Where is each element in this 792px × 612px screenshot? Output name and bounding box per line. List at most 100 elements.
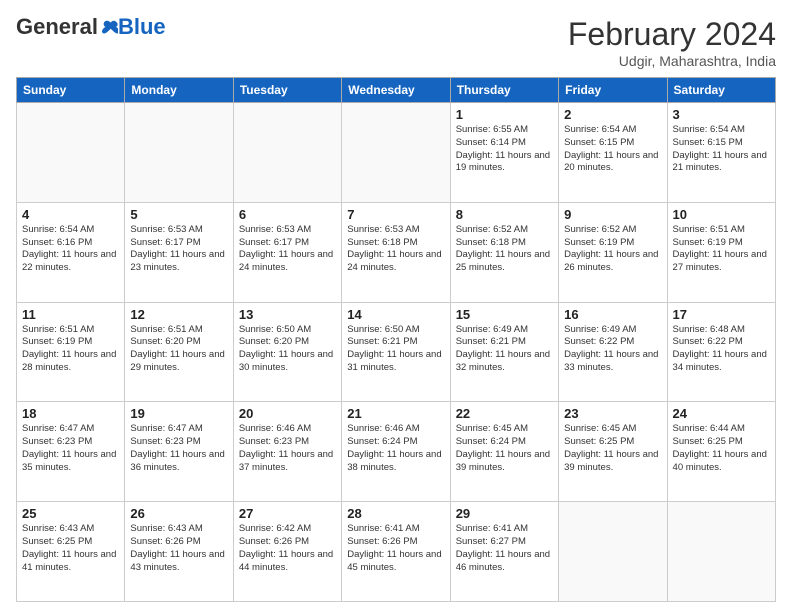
- day-info: Sunrise: 6:54 AM Sunset: 6:16 PM Dayligh…: [22, 224, 119, 275]
- table-row: 25 Sunrise: 6:43 AM Sunset: 6:25 PM Dayli…: [17, 502, 125, 602]
- day-number: 15: [456, 307, 553, 322]
- day-info: Sunrise: 6:44 AM Sunset: 6:25 PM Dayligh…: [673, 423, 770, 474]
- calendar-table: Sunday Monday Tuesday Wednesday Thursday…: [16, 77, 776, 602]
- day-number: 7: [347, 207, 444, 222]
- table-row: [17, 103, 125, 203]
- table-row: 27 Sunrise: 6:42 AM Sunset: 6:26 PM Dayli…: [233, 502, 341, 602]
- table-row: 16Sunrise: 6:49 AM Sunset: 6:22 PM Dayli…: [559, 302, 667, 402]
- table-row: 1 Sunrise: 6:55 AM Sunset: 6:14 PM Daylig…: [450, 103, 558, 203]
- day-number: 24: [673, 406, 770, 421]
- day-number: 17: [673, 307, 770, 322]
- day-number: 6: [239, 207, 336, 222]
- table-row: [125, 103, 233, 203]
- table-row: 17 Sunrise: 6:48 AM Sunset: 6:22 PM Dayli…: [667, 302, 775, 402]
- day-number: 1: [456, 107, 553, 122]
- day-info: Sunrise: 6:53 AM Sunset: 6:17 PM Dayligh…: [130, 224, 227, 275]
- day-number: 9: [564, 207, 661, 222]
- table-row: [233, 103, 341, 203]
- logo: General Blue: [16, 16, 166, 38]
- day-number: 18: [22, 406, 119, 421]
- day-info: Sunrise: 6:50 AM Sunset: 6:21 PM Dayligh…: [347, 324, 444, 375]
- day-info: Sunrise: 6:53 AM Sunset: 6:18 PM Dayligh…: [347, 224, 444, 275]
- page: General Blue February 2024 Udgir, Mahara…: [0, 0, 792, 612]
- col-tuesday: Tuesday: [233, 78, 341, 103]
- table-row: 14Sunrise: 6:50 AM Sunset: 6:21 PM Dayli…: [342, 302, 450, 402]
- table-row: 10 Sunrise: 6:51 AM Sunset: 6:19 PM Dayli…: [667, 202, 775, 302]
- table-row: [559, 502, 667, 602]
- table-row: 26Sunrise: 6:43 AM Sunset: 6:26 PM Dayli…: [125, 502, 233, 602]
- day-info: Sunrise: 6:43 AM Sunset: 6:25 PM Dayligh…: [22, 523, 119, 574]
- calendar-header-row: Sunday Monday Tuesday Wednesday Thursday…: [17, 78, 776, 103]
- table-row: 6 Sunrise: 6:53 AM Sunset: 6:17 PM Daylig…: [233, 202, 341, 302]
- day-info: Sunrise: 6:45 AM Sunset: 6:25 PM Dayligh…: [564, 423, 661, 474]
- day-info: Sunrise: 6:47 AM Sunset: 6:23 PM Dayligh…: [22, 423, 119, 474]
- day-number: 29: [456, 506, 553, 521]
- day-info: Sunrise: 6:49 AM Sunset: 6:22 PM Dayligh…: [564, 324, 661, 375]
- table-row: 7 Sunrise: 6:53 AM Sunset: 6:18 PM Daylig…: [342, 202, 450, 302]
- day-info: Sunrise: 6:48 AM Sunset: 6:22 PM Dayligh…: [673, 324, 770, 375]
- logo-bird-icon: [100, 20, 118, 34]
- calendar-title: February 2024: [568, 16, 776, 53]
- table-row: 18 Sunrise: 6:47 AM Sunset: 6:23 PM Dayli…: [17, 402, 125, 502]
- col-saturday: Saturday: [667, 78, 775, 103]
- day-number: 19: [130, 406, 227, 421]
- table-row: 19 Sunrise: 6:47 AM Sunset: 6:23 PM Dayli…: [125, 402, 233, 502]
- day-info: Sunrise: 6:51 AM Sunset: 6:19 PM Dayligh…: [673, 224, 770, 275]
- calendar-week-row: 11Sunrise: 6:51 AM Sunset: 6:19 PM Dayli…: [17, 302, 776, 402]
- day-info: Sunrise: 6:54 AM Sunset: 6:15 PM Dayligh…: [564, 124, 661, 175]
- day-info: Sunrise: 6:54 AM Sunset: 6:15 PM Dayligh…: [673, 124, 770, 175]
- table-row: 23 Sunrise: 6:45 AM Sunset: 6:25 PM Dayli…: [559, 402, 667, 502]
- col-sunday: Sunday: [17, 78, 125, 103]
- title-block: February 2024 Udgir, Maharashtra, India: [568, 16, 776, 69]
- day-number: 21: [347, 406, 444, 421]
- day-number: 25: [22, 506, 119, 521]
- table-row: 12 Sunrise: 6:51 AM Sunset: 6:20 PM Dayli…: [125, 302, 233, 402]
- day-number: 23: [564, 406, 661, 421]
- day-info: Sunrise: 6:47 AM Sunset: 6:23 PM Dayligh…: [130, 423, 227, 474]
- day-info: Sunrise: 6:52 AM Sunset: 6:19 PM Dayligh…: [564, 224, 661, 275]
- table-row: 2 Sunrise: 6:54 AM Sunset: 6:15 PM Daylig…: [559, 103, 667, 203]
- day-info: Sunrise: 6:52 AM Sunset: 6:18 PM Dayligh…: [456, 224, 553, 275]
- table-row: [667, 502, 775, 602]
- table-row: 15Sunrise: 6:49 AM Sunset: 6:21 PM Dayli…: [450, 302, 558, 402]
- table-row: 22Sunrise: 6:45 AM Sunset: 6:24 PM Dayli…: [450, 402, 558, 502]
- table-row: 24 Sunrise: 6:44 AM Sunset: 6:25 PM Dayli…: [667, 402, 775, 502]
- day-number: 5: [130, 207, 227, 222]
- col-wednesday: Wednesday: [342, 78, 450, 103]
- header: General Blue February 2024 Udgir, Mahara…: [16, 16, 776, 69]
- col-friday: Friday: [559, 78, 667, 103]
- logo-blue: Blue: [118, 16, 166, 38]
- day-number: 2: [564, 107, 661, 122]
- day-info: Sunrise: 6:55 AM Sunset: 6:14 PM Dayligh…: [456, 124, 553, 175]
- table-row: 20Sunrise: 6:46 AM Sunset: 6:23 PM Dayli…: [233, 402, 341, 502]
- calendar-week-row: 25 Sunrise: 6:43 AM Sunset: 6:25 PM Dayli…: [17, 502, 776, 602]
- day-number: 10: [673, 207, 770, 222]
- day-info: Sunrise: 6:41 AM Sunset: 6:27 PM Dayligh…: [456, 523, 553, 574]
- day-number: 28: [347, 506, 444, 521]
- day-number: 13: [239, 307, 336, 322]
- day-number: 27: [239, 506, 336, 521]
- day-info: Sunrise: 6:42 AM Sunset: 6:26 PM Dayligh…: [239, 523, 336, 574]
- table-row: 28Sunrise: 6:41 AM Sunset: 6:26 PM Dayli…: [342, 502, 450, 602]
- table-row: 3Sunrise: 6:54 AM Sunset: 6:15 PM Daylig…: [667, 103, 775, 203]
- day-number: 4: [22, 207, 119, 222]
- day-info: Sunrise: 6:50 AM Sunset: 6:20 PM Dayligh…: [239, 324, 336, 375]
- table-row: 4 Sunrise: 6:54 AM Sunset: 6:16 PM Daylig…: [17, 202, 125, 302]
- calendar-week-row: 1 Sunrise: 6:55 AM Sunset: 6:14 PM Daylig…: [17, 103, 776, 203]
- day-number: 26: [130, 506, 227, 521]
- logo-general: General: [16, 16, 98, 38]
- table-row: 8 Sunrise: 6:52 AM Sunset: 6:18 PM Daylig…: [450, 202, 558, 302]
- table-row: 13 Sunrise: 6:50 AM Sunset: 6:20 PM Dayli…: [233, 302, 341, 402]
- col-thursday: Thursday: [450, 78, 558, 103]
- day-number: 22: [456, 406, 553, 421]
- day-info: Sunrise: 6:51 AM Sunset: 6:19 PM Dayligh…: [22, 324, 119, 375]
- day-number: 8: [456, 207, 553, 222]
- table-row: 5 Sunrise: 6:53 AM Sunset: 6:17 PM Daylig…: [125, 202, 233, 302]
- table-row: [342, 103, 450, 203]
- calendar-subtitle: Udgir, Maharashtra, India: [568, 53, 776, 69]
- day-number: 12: [130, 307, 227, 322]
- day-info: Sunrise: 6:51 AM Sunset: 6:20 PM Dayligh…: [130, 324, 227, 375]
- table-row: 9 Sunrise: 6:52 AM Sunset: 6:19 PM Daylig…: [559, 202, 667, 302]
- day-info: Sunrise: 6:53 AM Sunset: 6:17 PM Dayligh…: [239, 224, 336, 275]
- table-row: 29 Sunrise: 6:41 AM Sunset: 6:27 PM Dayli…: [450, 502, 558, 602]
